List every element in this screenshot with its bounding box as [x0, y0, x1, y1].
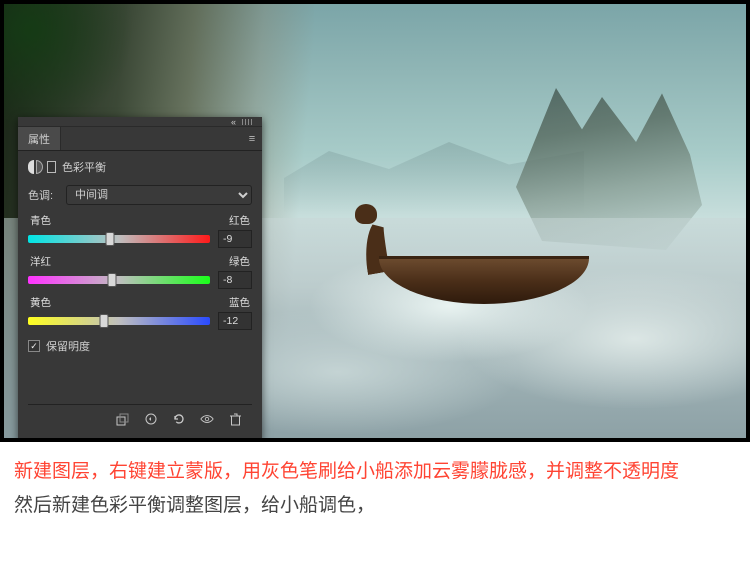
visibility-icon[interactable] [200, 412, 214, 426]
slider-cyan-red: 青色 红色 -9 [28, 213, 252, 248]
preserve-luminosity-row: ✓ 保留明度 [28, 338, 252, 354]
collapse-icon[interactable]: « [231, 117, 236, 127]
slider-thumb-mg[interactable] [107, 273, 116, 287]
boat-figurehead [355, 204, 377, 224]
tone-select[interactable]: 中间调 [66, 185, 252, 205]
caption-line-2: 然后新建色彩平衡调整图层，给小船调色， [14, 490, 736, 522]
label-green: 绿色 [229, 254, 250, 269]
panel-footer [28, 404, 252, 432]
scene-foliage [4, 4, 134, 134]
slider-thumb-yb[interactable] [100, 314, 109, 328]
value-cr[interactable]: -9 [218, 230, 252, 248]
slider-track-cr[interactable] [28, 235, 210, 243]
tone-row: 色调: 中间调 [28, 185, 252, 205]
slider-magenta-green: 洋红 绿色 -8 [28, 254, 252, 289]
panel-tabs: 属性 ≡ [18, 127, 262, 151]
clip-to-layer-icon[interactable] [116, 412, 130, 426]
value-yb[interactable]: -12 [218, 312, 252, 330]
properties-panel: « 属性 ≡ 色彩平衡 色调: 中间调 青色 [18, 117, 262, 442]
caption-block: 新建图层，右键建立蒙版，用灰色笔刷给小船添加云雾朦胧感，并调整不透明度 然后新建… [0, 442, 750, 541]
label-cyan: 青色 [30, 213, 51, 228]
panel-body: 色彩平衡 色调: 中间调 青色 红色 -9 [18, 151, 262, 442]
color-balance-icon [28, 159, 56, 175]
slider-track-yb[interactable] [28, 317, 210, 325]
value-mg[interactable]: -8 [218, 271, 252, 289]
view-previous-icon[interactable] [144, 412, 158, 426]
tab-properties[interactable]: 属性 [18, 127, 61, 150]
caption-line-1: 新建图层，右键建立蒙版，用灰色笔刷给小船添加云雾朦胧感，并调整不透明度 [14, 456, 736, 488]
label-magenta: 洋红 [30, 254, 51, 269]
panel-menu-icon[interactable]: ≡ [242, 127, 262, 150]
preserve-luminosity-label: 保留明度 [46, 338, 90, 354]
label-red: 红色 [229, 213, 250, 228]
reset-icon[interactable] [172, 412, 186, 426]
preserve-luminosity-checkbox[interactable]: ✓ [28, 340, 40, 352]
slider-track-mg[interactable] [28, 276, 210, 284]
adjustment-name: 色彩平衡 [62, 159, 106, 175]
panel-drag-handle[interactable]: « [18, 117, 262, 127]
tone-label: 色调: [28, 187, 60, 203]
slider-thumb-cr[interactable] [105, 232, 114, 246]
composite-canvas: « 属性 ≡ 色彩平衡 色调: 中间调 青色 [0, 0, 750, 442]
trash-icon[interactable] [228, 412, 242, 426]
label-blue: 蓝色 [229, 295, 250, 310]
boat-hull [379, 256, 589, 304]
label-yellow: 黄色 [30, 295, 51, 310]
slider-yellow-blue: 黄色 蓝色 -12 [28, 295, 252, 330]
adjustment-header: 色彩平衡 [28, 159, 252, 175]
scene-boat [369, 214, 599, 304]
